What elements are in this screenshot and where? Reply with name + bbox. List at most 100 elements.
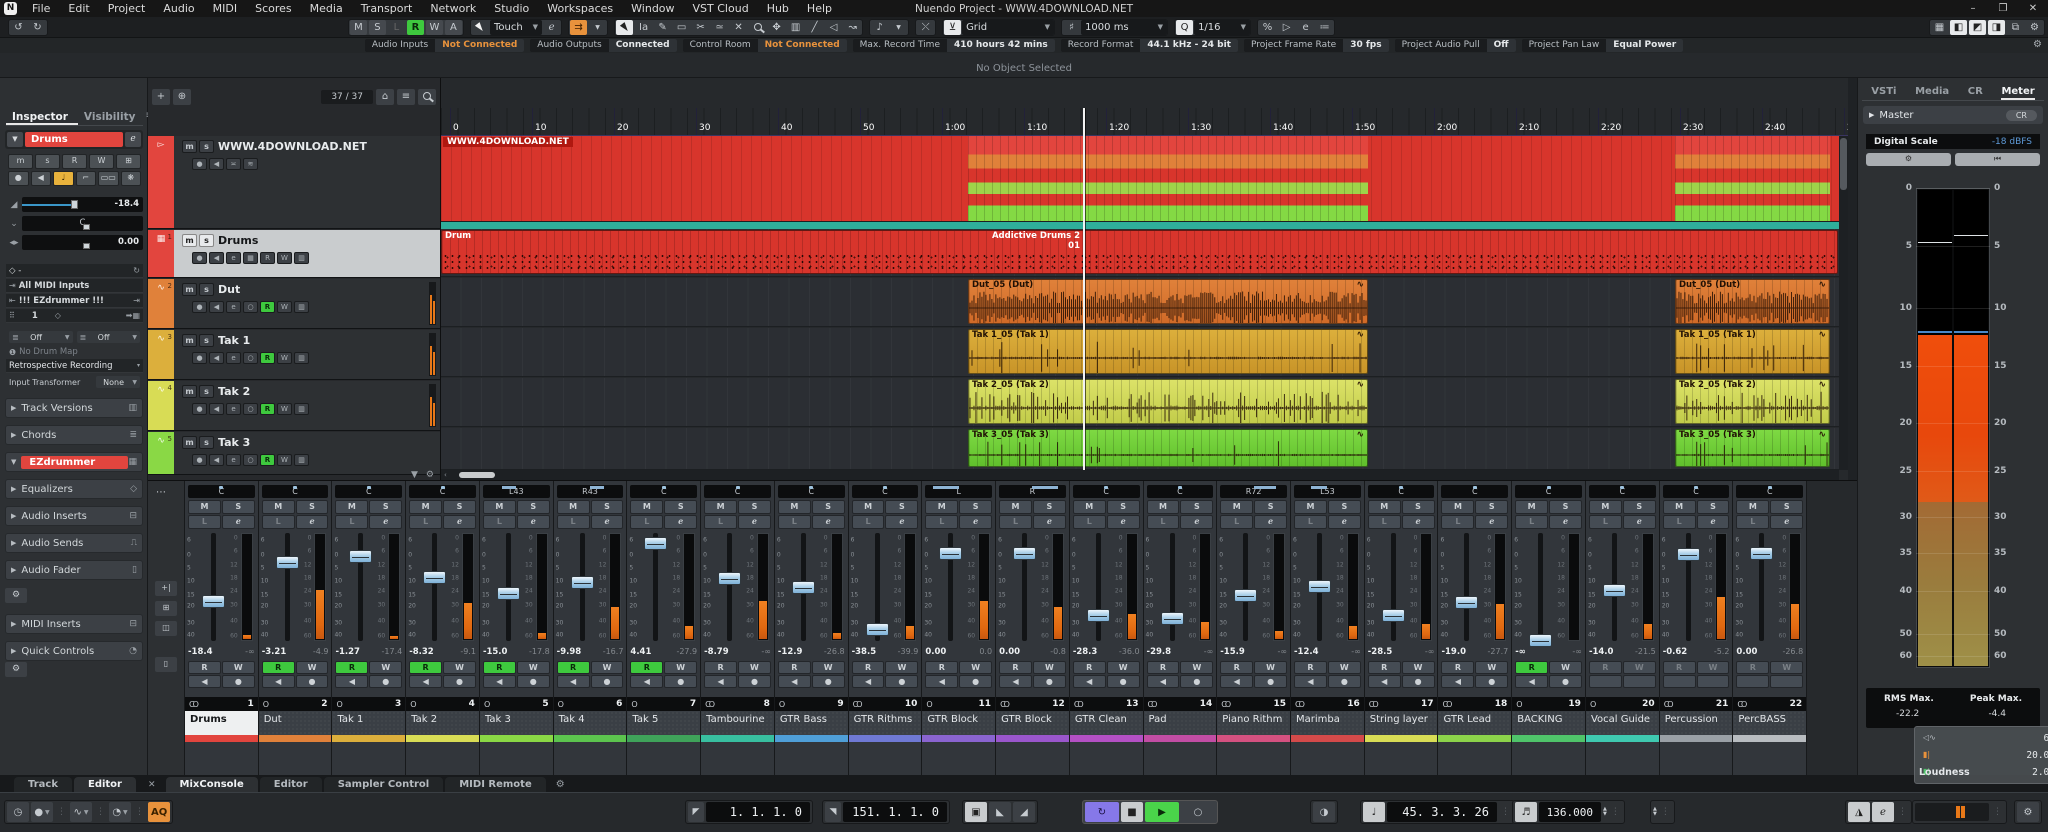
toolbar-extra-icon-1[interactable]: ▷ [1278,20,1295,35]
status-project-audio-pull[interactable]: Project Audio PullOff [1395,39,1516,52]
read-button[interactable]: R [1220,661,1253,674]
channel-name[interactable]: Pad [1144,711,1217,735]
zone-toggle-icon-1[interactable]: ◧ [1950,20,1967,35]
section-ezdrummer[interactable]: ▼EZdrummer▦ [5,452,143,472]
inspector-ctl-3[interactable]: ⌐ [76,171,97,186]
track-tak-2-btn-e[interactable]: e [226,403,241,415]
meter-master-row[interactable]: ▶Master CR [1863,106,2043,124]
fader-handle[interactable] [1087,609,1110,622]
track-drums-btn-x[interactable]: ▦ [243,252,258,264]
punch-in-icon[interactable]: ◣ [989,802,1011,822]
channel-name[interactable]: Tak 1 [332,711,405,735]
channel-name[interactable]: Piano Rithm [1217,711,1290,735]
write-button[interactable]: W [1697,661,1730,674]
inspector-track-name[interactable]: Drums [25,132,123,147]
cycle-button[interactable]: ↻ [1085,802,1119,822]
read-button[interactable]: R [1736,661,1769,674]
solo-button[interactable]: S [1623,500,1656,514]
edit-button[interactable]: e [591,515,624,529]
position-value[interactable]: 45. 3. 3. 26 [1387,802,1497,822]
audio-clip-tak-1-05-tak-1[interactable]: Tak 1_05 (Tak 1)∿ [968,329,1368,374]
fader-handle[interactable] [866,623,889,636]
tab-sampler-control[interactable]: Sampler Control [324,777,444,792]
menu-workspaces[interactable]: Workspaces [538,0,622,17]
read-button[interactable]: R [1147,661,1180,674]
volume-slider[interactable]: -18.4 [22,197,143,212]
comp-tool-icon[interactable]: ▥ [787,20,804,35]
autoscroll-dropdown-icon[interactable]: ▼ [589,20,606,35]
fader-handle[interactable] [1529,634,1552,647]
listen-button[interactable]: L [1441,515,1474,529]
erase-tool-icon[interactable]: ▭ [673,20,690,35]
audio-clip-tak-3-05-tak-3[interactable]: Tak 3_05 (Tak 3)∿ [968,429,1368,467]
pan-control[interactable]: L [925,485,992,498]
draw-tool-icon[interactable]: ✎ [654,20,671,35]
mixer-channel-tak-1-3[interactable]: CMSLe605101520304006121824304060-1.27-17… [332,481,406,775]
record-enable-button[interactable]: ● [222,675,255,688]
tab-midi-remote[interactable]: MIDI Remote [445,777,546,792]
play-button[interactable]: ▶ [1145,802,1179,822]
audio-clip-tak-2-05-tak-2[interactable]: Tak 2_05 (Tak 2)∿ [968,379,1368,424]
track-dut-btn-x[interactable]: ● [192,301,207,313]
mixer-view-icon[interactable]: ◫ [155,621,177,636]
close-tab-icon[interactable]: ✕ [138,778,166,792]
mute-button[interactable]: m [182,436,197,449]
track-row-tak-3[interactable]: ∿5msTak 3●◀e○RW▥ [148,432,440,475]
object-selection-tool-icon[interactable] [616,20,633,35]
monitor-button[interactable]: ◀ [999,675,1032,688]
mute-button[interactable]: M [630,500,663,514]
menu-midi[interactable]: MIDI [204,0,246,17]
channel-row[interactable]: ⠿1◇➡▦ [6,309,143,323]
listen-button[interactable]: L [630,515,663,529]
solo-button[interactable]: S [1180,500,1213,514]
toolbar-extra-icon-0[interactable]: % [1259,20,1276,35]
record-enable-button[interactable]: ● [664,675,697,688]
record-mode-dropdown[interactable]: ●▼ [31,802,53,822]
monitor-button[interactable]: ◀ [1294,675,1327,688]
position-icon[interactable]: ♩ [1363,802,1385,822]
solo-button[interactable]: S [1697,500,1730,514]
mute-button[interactable]: M [1736,500,1769,514]
monitor-button[interactable]: ◀ [557,675,590,688]
drums-track-lane[interactable]: DrumAddictive Drums 2 01 [441,229,1839,277]
channel-name[interactable]: GTR Clean [1070,711,1143,735]
fader-handle[interactable] [1382,609,1405,622]
left-locator-icon[interactable]: ◤ [688,802,704,822]
mute-button[interactable]: m [182,283,197,296]
fader-handle[interactable] [423,571,446,584]
tab-visibility[interactable]: Visibility [78,110,146,125]
monitor-button[interactable]: ◀ [630,675,663,688]
listen-button[interactable]: L [1220,515,1253,529]
monitor-button[interactable]: ◀ [1441,675,1474,688]
record-enable-button[interactable]: ● [885,675,918,688]
edit-button[interactable]: e [1623,515,1656,529]
meter-reset-icon[interactable]: ⏮ [1955,153,2040,166]
section-audio-sends[interactable]: ▶Audio Sends⎍ [5,533,143,553]
inspector-w-button[interactable]: W [89,154,114,169]
solo-button[interactable]: s [199,385,214,398]
write-button[interactable]: W [812,661,845,674]
listen-button[interactable]: L [925,515,958,529]
pan-control[interactable]: C [188,485,255,498]
zone-toggle-icon-0[interactable]: ▦ [1931,20,1948,35]
automation-mode-dropdown[interactable]: Touch▼ [490,20,542,35]
write-button[interactable]: W [1328,661,1361,674]
listen-button[interactable]: L [1663,515,1696,529]
record-enable-button[interactable]: ● [296,675,329,688]
fader-handle[interactable] [792,581,815,594]
tab-mixconsole[interactable]: MixConsole [166,777,258,792]
midi-mode-dropdown[interactable]: ◔▼ [109,802,131,822]
channel-name[interactable]: Marimba [1291,711,1364,735]
right-locator-icon[interactable]: ◥ [825,802,841,822]
solo-button[interactable]: S [296,500,329,514]
zone-toggle-icon-2[interactable]: ◩ [1969,20,1986,35]
horizontal-scrollbar[interactable]: ‹ [441,470,1839,480]
listen-button[interactable]: L [262,515,295,529]
snap-icon[interactable]: ⊻ [944,20,961,35]
mute-button[interactable]: M [1147,500,1180,514]
toolbar-extra-icon-2[interactable]: e [1297,20,1314,35]
rz-tab-meter[interactable]: Meter [2001,84,2034,100]
fader-handle[interactable] [939,547,962,560]
menu-file[interactable]: File [23,0,59,17]
track-www-4download-net-btn-x[interactable]: ◀ [209,158,224,170]
